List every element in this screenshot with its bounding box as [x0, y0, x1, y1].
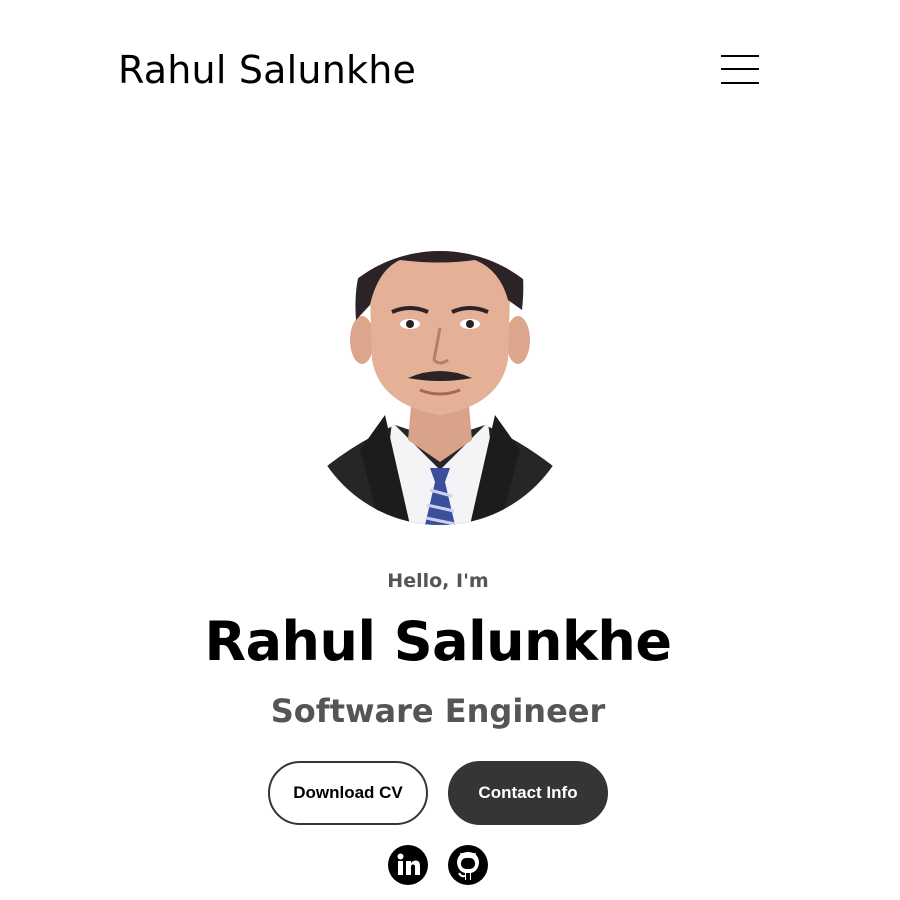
hero-name: Rahul Salunkhe	[204, 610, 672, 673]
profile-photo	[303, 251, 577, 525]
contact-info-button[interactable]: Contact Info	[448, 761, 608, 825]
hamburger-menu-icon[interactable]	[718, 52, 762, 88]
job-title: Software Engineer	[270, 692, 606, 730]
menu-line	[721, 55, 759, 57]
linkedin-icon[interactable]	[387, 844, 429, 886]
site-logo[interactable]: Rahul Salunkhe	[118, 46, 416, 94]
github-icon[interactable]	[447, 844, 489, 886]
greeting-text: Hello, I'm	[387, 570, 489, 592]
menu-line	[721, 68, 759, 70]
menu-line	[721, 82, 759, 84]
download-cv-button[interactable]: Download CV	[268, 761, 428, 825]
